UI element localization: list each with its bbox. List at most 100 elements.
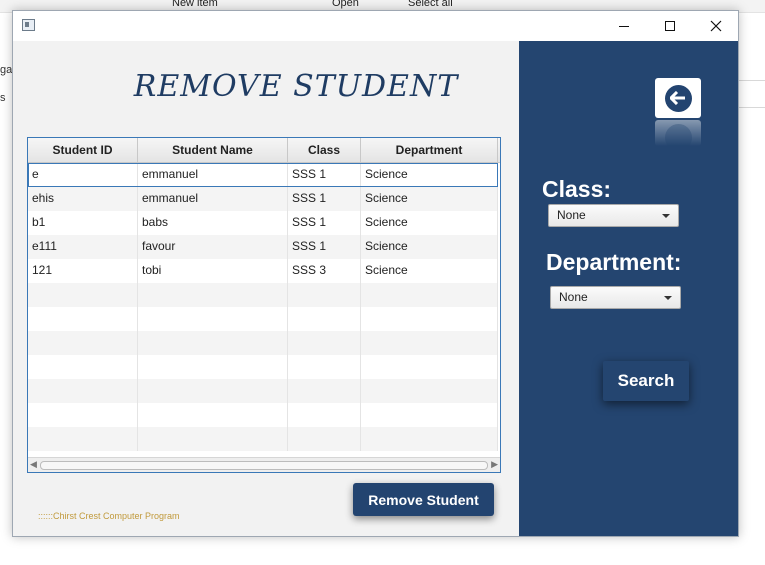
search-button[interactable]: Search xyxy=(603,361,689,401)
empty-table-row[interactable] xyxy=(28,331,498,355)
horizontal-scrollbar[interactable]: ◀ ▶ xyxy=(28,457,500,472)
empty-table-row[interactable] xyxy=(28,355,498,379)
back-button[interactable] xyxy=(655,78,701,118)
cell-student-name xyxy=(138,427,288,451)
empty-table-row[interactable] xyxy=(28,403,498,427)
bg-new-item: New item xyxy=(172,0,218,9)
class-label: Class: xyxy=(542,176,612,202)
maximize-button[interactable] xyxy=(647,11,693,41)
class-select[interactable]: None xyxy=(548,204,679,227)
student-table[interactable]: Student ID Student Name Class Department… xyxy=(27,137,501,473)
cell-department xyxy=(361,283,498,307)
close-icon xyxy=(710,20,722,32)
cell-class: SSS 1 xyxy=(288,235,361,259)
cell-student-name: emmanuel xyxy=(138,187,288,211)
empty-table-row[interactable] xyxy=(28,307,498,331)
table-body: e emmanuel SSS 1 Science ehis emmanuel SSS 1 Sc… xyxy=(28,163,498,451)
column-header-class[interactable]: Class xyxy=(288,138,361,162)
chevron-down-icon xyxy=(662,214,670,218)
cell-class xyxy=(288,427,361,451)
column-header-student-id[interactable]: Student ID xyxy=(28,138,138,162)
cell-class xyxy=(288,355,361,379)
cell-class xyxy=(288,403,361,427)
cell-student-name xyxy=(138,283,288,307)
cell-student-name: favour xyxy=(138,235,288,259)
table-row[interactable]: e111 favour SSS 1 Science xyxy=(28,235,498,259)
empty-table-row[interactable] xyxy=(28,427,498,451)
department-select-value: None xyxy=(559,290,588,304)
empty-table-row[interactable] xyxy=(28,283,498,307)
cell-department xyxy=(361,379,498,403)
cell-student-id xyxy=(28,355,138,379)
cell-student-name xyxy=(138,355,288,379)
cell-student-id xyxy=(28,283,138,307)
table-row[interactable]: e emmanuel SSS 1 Science xyxy=(28,163,498,187)
cell-student-id: b1 xyxy=(28,211,138,235)
chevron-down-icon xyxy=(664,296,672,300)
minimize-button[interactable] xyxy=(601,11,647,41)
bg-select-all: Select all xyxy=(408,0,453,9)
cell-class xyxy=(288,283,361,307)
page-title: REMOVE STUDENT xyxy=(133,69,459,104)
cell-student-id xyxy=(28,379,138,403)
back-arrow-icon-reflection xyxy=(664,124,692,146)
cell-department: Science xyxy=(361,259,498,283)
scroll-right-icon[interactable]: ▶ xyxy=(491,459,498,470)
cell-student-id xyxy=(28,427,138,451)
cell-department xyxy=(361,403,498,427)
cell-class xyxy=(288,331,361,355)
cell-student-id: e111 xyxy=(28,235,138,259)
app-window-icon xyxy=(22,19,35,31)
cell-student-id: ehis xyxy=(28,187,138,211)
cell-class: SSS 1 xyxy=(288,187,361,211)
class-select-value: None xyxy=(557,208,586,222)
title-bar xyxy=(13,11,738,41)
cell-student-id xyxy=(28,331,138,355)
minimize-icon xyxy=(619,25,629,27)
remove-student-window: REMOVE STUDENT Student ID Student Name C… xyxy=(12,10,739,537)
remove-student-button[interactable]: Remove Student xyxy=(353,483,494,516)
table-row[interactable]: 121 tobi SSS 3 Science xyxy=(28,259,498,283)
cell-department: Science xyxy=(361,211,498,235)
empty-table-row[interactable] xyxy=(28,379,498,403)
bg-divider xyxy=(738,107,765,108)
column-header-department[interactable]: Department xyxy=(361,138,498,162)
cell-student-name: tobi xyxy=(138,259,288,283)
cell-department xyxy=(361,331,498,355)
cell-department xyxy=(361,355,498,379)
cell-class xyxy=(288,307,361,331)
footer-credit: ::::::Chirst Crest Computer Program xyxy=(38,511,180,521)
student-list-pane: REMOVE STUDENT Student ID Student Name C… xyxy=(13,41,519,536)
table-row[interactable]: b1 babs SSS 1 Science xyxy=(28,211,498,235)
cell-department: Science xyxy=(361,163,498,187)
cell-student-name: babs xyxy=(138,211,288,235)
filter-panel: Class: None Department: None Search xyxy=(519,41,738,536)
cell-department xyxy=(361,307,498,331)
cell-student-id xyxy=(28,307,138,331)
cell-student-name xyxy=(138,307,288,331)
table-row[interactable]: ehis emmanuel SSS 1 Science xyxy=(28,187,498,211)
cell-student-name xyxy=(138,403,288,427)
back-arrow-icon xyxy=(664,84,692,112)
department-select[interactable]: None xyxy=(550,286,681,309)
cell-class: SSS 3 xyxy=(288,259,361,283)
column-header-student-name[interactable]: Student Name xyxy=(138,138,288,162)
scroll-left-icon[interactable]: ◀ xyxy=(30,459,37,470)
cell-student-id: e xyxy=(28,163,138,187)
cell-department: Science xyxy=(361,187,498,211)
maximize-icon xyxy=(665,21,675,31)
cell-class xyxy=(288,379,361,403)
cell-student-name xyxy=(138,331,288,355)
bg-open: Open xyxy=(332,0,359,9)
cell-student-name: emmanuel xyxy=(138,163,288,187)
cell-student-id xyxy=(28,403,138,427)
department-label: Department: xyxy=(546,249,682,275)
scrollbar-thumb[interactable] xyxy=(40,461,488,470)
bg-side-text-2: s xyxy=(0,92,6,104)
cell-department xyxy=(361,427,498,451)
close-button[interactable] xyxy=(693,11,739,41)
cell-student-name xyxy=(138,379,288,403)
bg-divider xyxy=(738,80,765,81)
back-button-reflection xyxy=(655,120,701,146)
table-header: Student ID Student Name Class Department xyxy=(28,138,500,163)
